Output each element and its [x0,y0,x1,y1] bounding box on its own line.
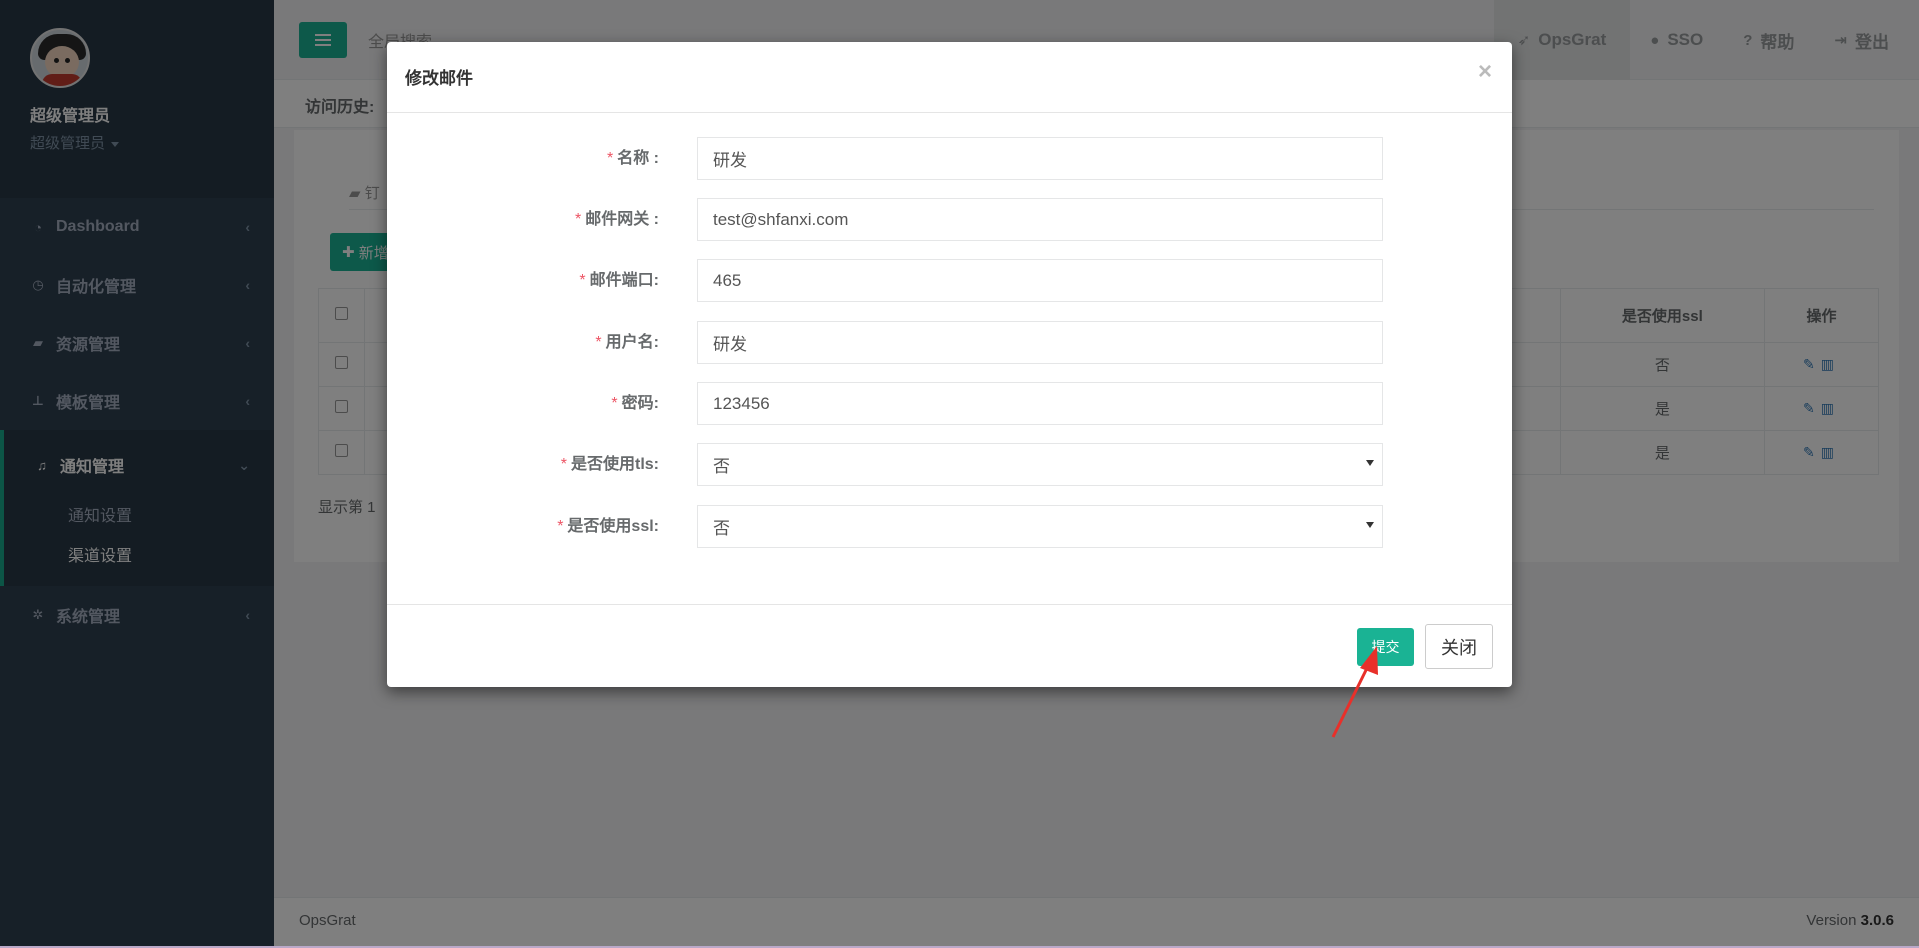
submit-button[interactable]: 提交 [1357,628,1414,666]
gateway-label: 邮件网关 : [585,211,659,228]
form-row-ssl: * 是否使用ssl: 否 [387,505,1512,549]
name-label: 名称 : [617,150,659,167]
modal-title: 修改邮件 [405,69,473,88]
close-button[interactable]: 关闭 [1425,624,1493,669]
select-arrow-icon [1366,522,1374,528]
select-arrow-icon [1366,460,1374,466]
password-label: 密码: [621,395,659,412]
use-tls-select[interactable]: 否 [697,443,1383,486]
use-ssl-select[interactable]: 否 [697,505,1383,548]
ssl-label: 是否使用ssl: [567,518,659,535]
name-field[interactable]: 研发 [697,137,1383,180]
password-field[interactable]: 123456 [697,382,1383,425]
form-row-name: * 名称 : 研发 [387,137,1512,181]
mail-port-field[interactable]: 465 [697,259,1383,302]
edit-email-modal: 修改邮件 × * 名称 : 研发 * 邮件网关 : test@shfanxi.com… [387,42,1512,687]
modal-footer: 提交 关闭 [387,604,1512,687]
form-row-port: * 邮件端口: 465 [387,259,1512,303]
mail-gateway-field[interactable]: test@shfanxi.com [697,198,1383,241]
tls-label: 是否使用tls: [570,456,659,473]
form-row-tls: * 是否使用tls: 否 [387,443,1512,487]
modal-header: 修改邮件 × [387,42,1512,113]
close-icon[interactable]: × [1478,58,1492,86]
form-row-gateway: * 邮件网关 : test@shfanxi.com [387,198,1512,242]
username-field[interactable]: 研发 [697,321,1383,364]
form-row-username: * 用户名: 研发 [387,321,1512,365]
port-label: 邮件端口: [589,272,659,289]
username-label: 用户名: [605,334,659,351]
form-row-password: * 密码: 123456 [387,382,1512,426]
